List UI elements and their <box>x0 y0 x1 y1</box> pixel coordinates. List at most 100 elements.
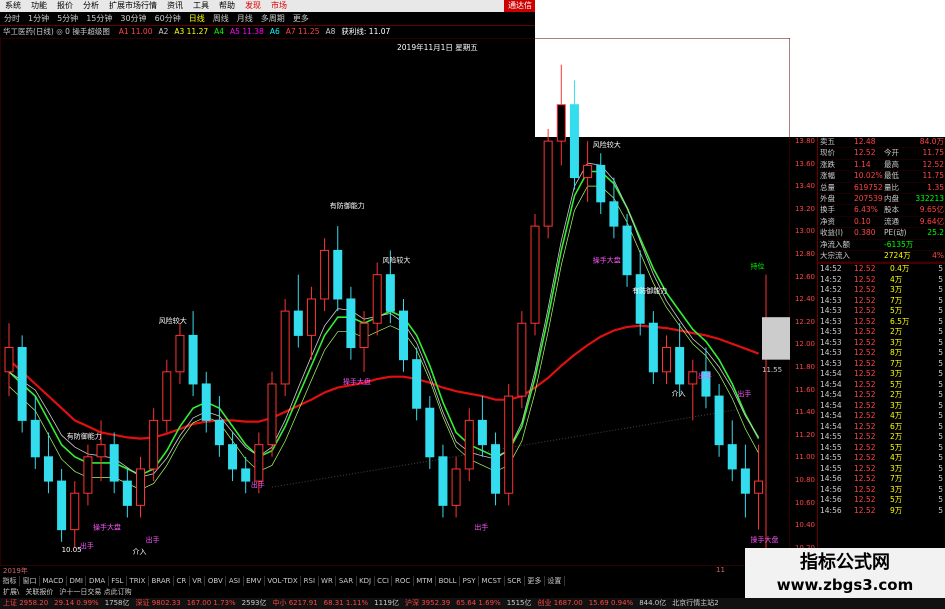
period-tab-0[interactable]: 分时 <box>0 13 24 25</box>
candle-body[interactable] <box>43 456 53 482</box>
menu-item-2[interactable]: 报价 <box>52 0 78 12</box>
indicator2-tab-2[interactable]: 沪十一日交易 点此订购 <box>56 587 134 597</box>
candle-body[interactable] <box>372 274 382 324</box>
menu-hot-item-1[interactable]: 市场 <box>266 0 292 12</box>
indicator-tab-2[interactable]: MACD <box>40 576 67 586</box>
candle-body[interactable] <box>556 104 566 142</box>
candle-body[interactable] <box>280 310 290 385</box>
candle-body[interactable] <box>109 444 119 482</box>
candle-body[interactable] <box>188 334 198 385</box>
candle-body[interactable] <box>228 444 238 470</box>
candle-body[interactable] <box>57 480 67 531</box>
indicator-tab-0[interactable]: 指标 <box>0 576 20 586</box>
indicator-tab-10[interactable]: OBV <box>205 576 227 586</box>
menu-item-0[interactable]: 系统 <box>0 0 26 12</box>
candlestick-chart[interactable]: 11.5514.0310.052019年11月1日 星期五风险较大风险较大风险较… <box>0 38 790 566</box>
indicator-tab-3[interactable]: DMI <box>67 576 87 586</box>
indicator-tab-9[interactable]: VR <box>190 576 206 586</box>
indicator-tab-5[interactable]: FSL <box>109 576 127 586</box>
indicator-tab-13[interactable]: VOL-TDX <box>265 576 302 586</box>
candle-body[interactable] <box>530 225 540 324</box>
indicator-tab-19[interactable]: ROC <box>392 576 414 586</box>
indicator-tab-12[interactable]: EMV <box>244 576 265 586</box>
candle-body[interactable] <box>346 298 356 349</box>
candle-body[interactable] <box>727 444 737 470</box>
period-tab-10[interactable]: 更多 <box>289 13 313 25</box>
indicator-tab-1[interactable]: 窗口 <box>20 576 40 586</box>
indicator-tab-26[interactable]: 设置 <box>545 576 565 586</box>
menu-item-6[interactable]: 工具 <box>188 0 214 12</box>
menu-item-7[interactable]: 帮助 <box>214 0 240 12</box>
indicator2-tab-0[interactable]: 扩展\ <box>0 587 22 597</box>
period-tab-2[interactable]: 5分钟 <box>53 13 82 25</box>
candle-body[interactable] <box>662 347 671 373</box>
candle-body[interactable] <box>149 419 159 470</box>
indicator-tab-16[interactable]: SAR <box>336 576 357 586</box>
period-tab-5[interactable]: 60分钟 <box>151 13 185 25</box>
menu-item-1[interactable]: 功能 <box>26 0 52 12</box>
indicator-tab-11[interactable]: ASI <box>226 576 244 586</box>
period-tab-1[interactable]: 1分钟 <box>24 13 53 25</box>
candle-body[interactable] <box>267 383 277 446</box>
indicator-tab-15[interactable]: WR <box>319 576 337 586</box>
candle-body[interactable] <box>688 371 698 385</box>
candle-body[interactable] <box>596 164 606 203</box>
menu-item-3[interactable]: 分析 <box>78 0 104 12</box>
candle-body[interactable] <box>517 322 527 397</box>
candle-body[interactable] <box>754 480 764 494</box>
candle-body[interactable] <box>583 164 593 179</box>
candle-body[interactable] <box>504 395 514 494</box>
candle-body[interactable] <box>83 456 93 494</box>
indicator-tab-4[interactable]: DMA <box>86 576 109 586</box>
candle-body[interactable] <box>464 419 474 470</box>
period-tab-4[interactable]: 30分钟 <box>116 13 150 25</box>
candle-body[interactable] <box>136 468 145 506</box>
candle-body[interactable] <box>293 310 303 336</box>
indicator-tab-7[interactable]: BRAR <box>149 576 174 586</box>
period-tab-3[interactable]: 15分钟 <box>82 13 116 25</box>
candle-body[interactable] <box>714 395 724 446</box>
candle-body[interactable] <box>412 359 422 409</box>
candle-body[interactable] <box>175 334 185 373</box>
indicator2-tab-1[interactable]: 关联报价 <box>22 587 56 597</box>
period-tab-7[interactable]: 周线 <box>209 13 233 25</box>
candle-body[interactable] <box>622 225 632 276</box>
indicator-tab-8[interactable]: CR <box>174 576 190 586</box>
candle-body[interactable] <box>17 347 27 421</box>
indicator-tab-18[interactable]: CCI <box>375 576 393 586</box>
candle-body[interactable] <box>438 456 448 506</box>
indicator-tab-17[interactable]: KDJ <box>357 576 375 586</box>
candle-body[interactable] <box>491 444 501 494</box>
indicator-tab-21[interactable]: BOLL <box>436 576 461 586</box>
menu-hot-item-0[interactable]: 发现 <box>240 0 266 12</box>
candle-body[interactable] <box>201 383 211 421</box>
candle-body[interactable] <box>385 274 395 312</box>
candle-body[interactable] <box>740 468 750 494</box>
candle-body[interactable] <box>241 468 251 482</box>
candle-body[interactable] <box>122 480 132 506</box>
candle-body[interactable] <box>306 298 316 336</box>
menu-item-4[interactable]: 扩展市场行情 <box>104 0 162 12</box>
candle-body[interactable] <box>451 468 461 506</box>
candle-body[interactable] <box>477 419 487 446</box>
candle-body[interactable] <box>254 444 264 482</box>
candle-body[interactable] <box>399 310 408 361</box>
indicator-tab-25[interactable]: 更多 <box>525 576 545 586</box>
indicator-tab-22[interactable]: PSY <box>460 576 480 586</box>
candle-body[interactable] <box>648 322 658 373</box>
candle-body[interactable] <box>333 249 343 300</box>
candle-body[interactable] <box>214 419 224 446</box>
period-tab-8[interactable]: 月线 <box>233 13 257 25</box>
candle-body[interactable] <box>30 419 40 458</box>
candle-body[interactable] <box>96 444 106 458</box>
period-tab-9[interactable]: 多周期 <box>257 13 289 25</box>
candle-body[interactable] <box>320 249 330 300</box>
candle-body[interactable] <box>70 492 80 531</box>
candle-body[interactable] <box>635 274 645 324</box>
candle-body[interactable] <box>162 371 172 421</box>
indicator-tab-6[interactable]: TRIX <box>127 576 149 586</box>
candle-body[interactable] <box>425 407 435 458</box>
indicator-tab-14[interactable]: RSI <box>301 576 319 586</box>
candle-body[interactable] <box>359 322 369 349</box>
indicator-tab-20[interactable]: MTM <box>414 576 437 586</box>
